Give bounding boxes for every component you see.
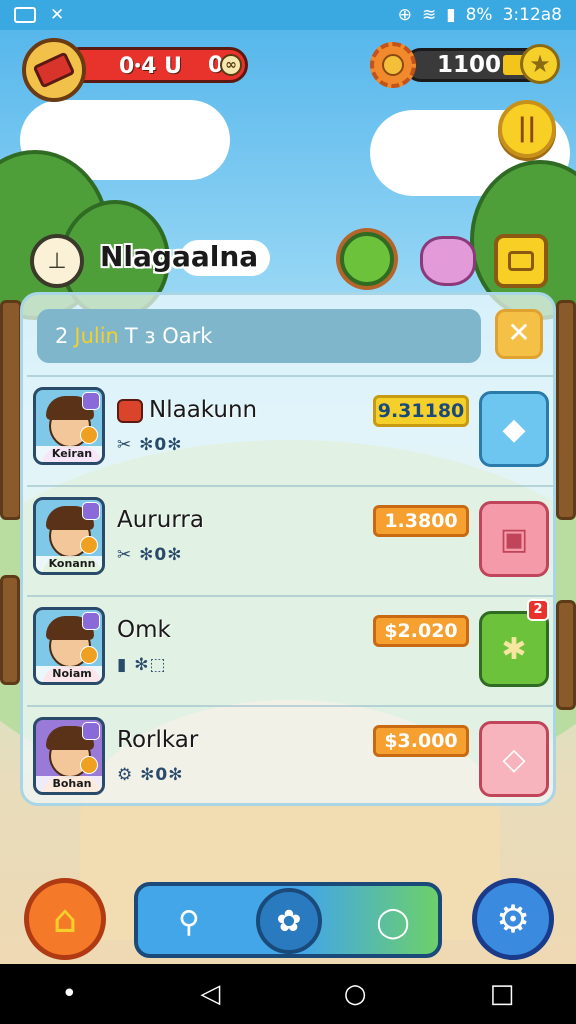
avatar-badge-icon [82,392,100,410]
pink-pet-icon[interactable] [420,236,476,286]
tree-trunk [0,300,22,520]
battery-level: 8% [465,5,493,25]
gear-icon: ⚙ [495,897,531,941]
character-action-button[interactable]: ◆ [479,391,549,467]
chat-button[interactable]: ◯ [364,894,422,950]
gallery-icon [14,7,36,23]
ticket-count-left: 0ꞏ4 U [119,54,182,79]
settings-button[interactable]: ⚙ [472,878,554,960]
add-tickets-icon[interactable]: ∞ [220,54,242,76]
notification-badge: 2 [527,599,549,621]
avatar-badge-icon [82,502,100,520]
fence-post [556,600,576,710]
avatar-badge-icon [82,612,100,630]
character-price[interactable]: $2.020 [373,615,469,647]
character-row[interactable]: Noiam Omk ▮ ✻⬚ $2.020 ✱ 2 [27,595,553,699]
search-button[interactable]: ⚲ [160,894,218,950]
character-action-button[interactable]: ◇ [479,721,549,797]
flower-button[interactable]: ✿ [256,888,322,954]
star-coin-icon: ★ [520,44,560,84]
pot-icon [117,399,143,423]
character-name: Rorlkar [117,727,199,753]
character-name: Omk [117,617,171,643]
pause-button[interactable]: || [498,100,556,158]
character-stats: ⚙ ✻0✻ [117,765,184,785]
signal-icon: ▮ [446,5,456,25]
panel-header: 2 Julin T ɜ Oark [37,309,481,363]
action-icon: ◇ [502,741,526,777]
recents-button[interactable]: □ [490,979,515,1009]
ticket-icon [32,51,76,89]
action-icon: ◆ [502,411,526,447]
home-icon: ⌂ [52,897,78,941]
camera-icon [508,251,534,271]
tool-icon: ✕ [50,5,65,25]
character-avatar[interactable]: Keiran [33,387,105,465]
green-pet-icon[interactable] [340,232,394,286]
ticket-badge [22,38,86,102]
avatar-tag: Bohan [36,776,102,792]
tree-trunk [556,300,576,520]
panel-header-number: 2 [55,324,69,348]
status-bar: ✕ ⊕ ≋ ▮ 8% 3:12a8 [0,0,576,30]
character-stats: ✂ ✻0✻ [117,435,183,455]
vibrate-icon: ⊕ [397,5,412,25]
character-stats: ✂ ✻0✻ [117,545,183,565]
dot-icon: • [61,979,78,1009]
wifi-icon: ≋ [421,5,437,25]
character-row[interactable]: Keiran Nlaakunn ✂ ✻0✻ 9.31180 ◆ [27,375,553,479]
sunflower-icon [370,42,416,88]
character-action-button[interactable]: ▣ [479,501,549,577]
coin-count: 1100 [437,52,502,78]
avatar-level-icon [80,426,98,444]
character-price[interactable]: 9.31180 [373,395,469,427]
character-stats: ▮ ✻⬚ [117,655,167,675]
character-avatar[interactable]: Konann [33,497,105,575]
location-title: Nlagaalna [100,240,259,273]
bottom-nav: ⚲ ✿ ◯ [134,882,442,958]
avatar-level-icon [80,536,98,554]
action-icon: ▣ [499,521,529,557]
camera-button[interactable] [494,234,548,288]
character-name: Nlaakunn [149,397,258,423]
character-panel: 2 Julin T ɜ Oark ✕ Keiran Nlaakunn ✂ ✻0✻… [20,292,556,806]
home-button[interactable]: ⌂ [24,878,106,960]
character-avatar[interactable]: Noiam [33,607,105,685]
character-action-button[interactable]: ✱ [479,611,549,687]
character-avatar[interactable]: Bohan [33,717,105,795]
panel-header-text: T ɜ Oark [124,324,213,348]
avatar-level-icon [80,756,98,774]
coin-counter[interactable]: 1100 ★ [370,42,560,90]
avatar-level-icon [80,646,98,664]
android-nav-bar: • ◁ ○ □ [0,964,576,1024]
fence-post [0,575,20,685]
character-name: Aururra [117,507,204,533]
back-button[interactable]: ◁ [200,979,220,1009]
avatar-tag: Noiam [36,666,102,682]
character-row[interactable]: Konann Aururra ✂ ✻0✻ 1.3800 ▣ [27,485,553,589]
action-icon: ✱ [501,631,527,667]
clock: 3:12a8 [502,5,562,25]
character-row[interactable]: Bohan Rorlkar ⚙ ✻0✻ $3.000 ◇ [27,705,553,809]
panel-header-highlight: Julin [74,324,119,348]
avatar-tag: Konann [36,556,102,572]
ticket-counter[interactable]: 0ꞏ4 U 00 ∞ [22,38,250,102]
avatar-badge-icon [82,722,100,740]
search-icon: ⚲ [178,904,200,940]
compass-icon: ⊥ [30,234,84,288]
character-price[interactable]: $3.000 [373,725,469,757]
close-button[interactable]: ✕ [495,309,543,359]
avatar-tag: Keiran [36,446,102,462]
flower-icon: ✿ [276,903,302,939]
character-price[interactable]: 1.3800 [373,505,469,537]
chat-icon: ◯ [376,904,410,940]
home-nav-button[interactable]: ○ [344,979,367,1009]
